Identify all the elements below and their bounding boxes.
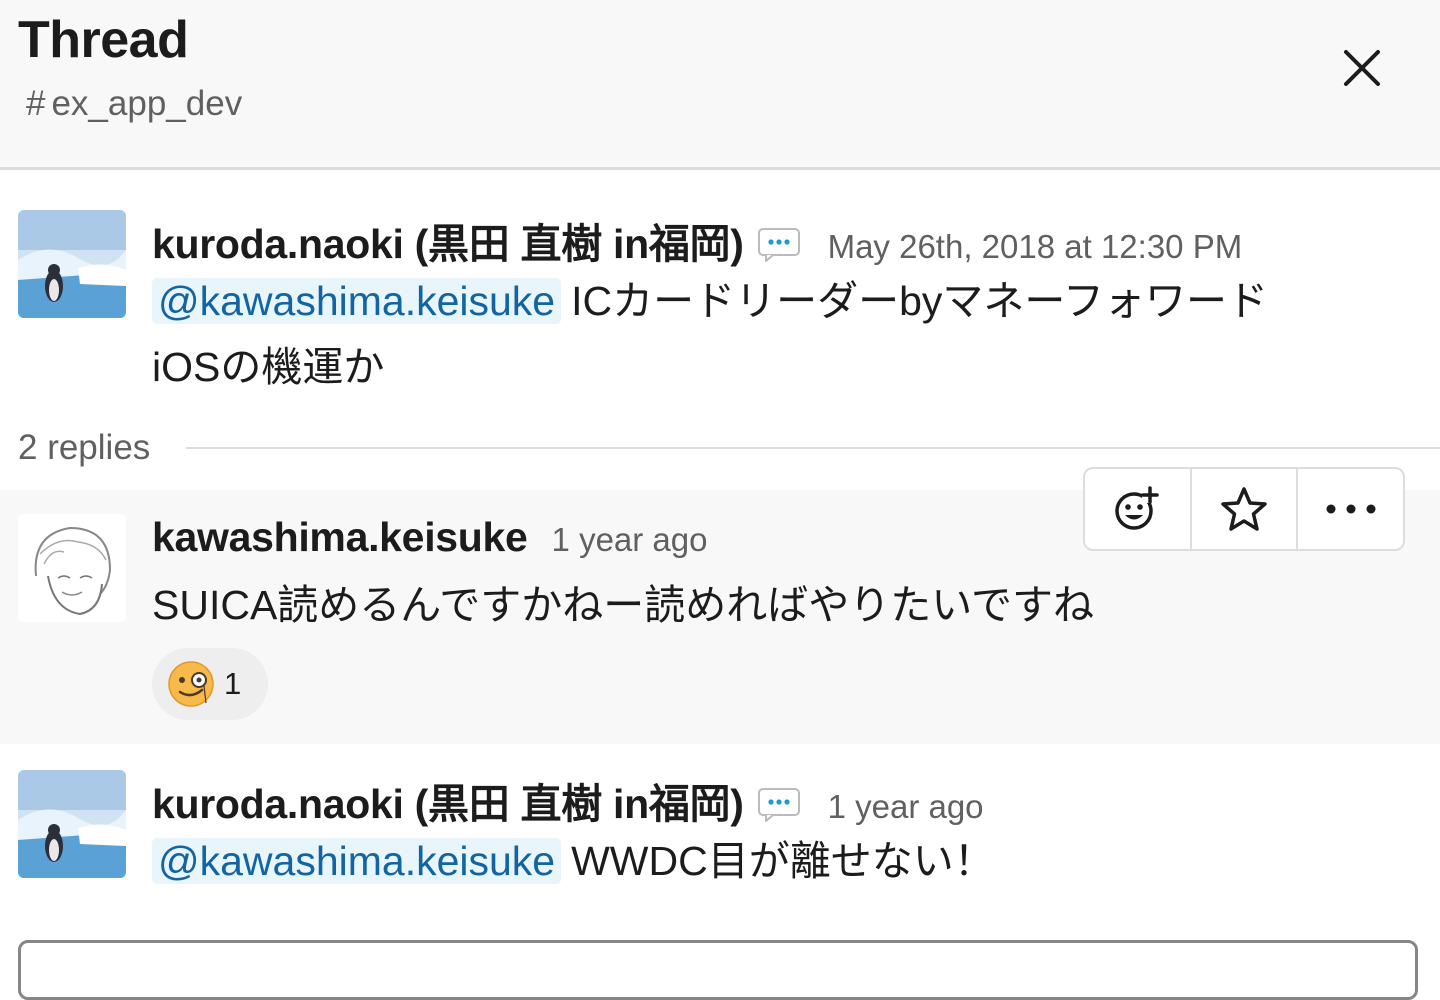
reaction-count: 1 — [224, 666, 242, 701]
thread-header: Thread # ex_app_dev — [0, 0, 1440, 170]
more-actions-icon — [1326, 504, 1376, 514]
message-text-line2: iOSの機運か — [152, 344, 385, 390]
timestamp[interactable]: May 26th, 2018 at 12:30 PM — [828, 228, 1243, 266]
reaction-pill[interactable]: 1 — [152, 648, 268, 720]
timestamp[interactable]: 1 year ago — [552, 521, 708, 559]
message-header: kuroda.naoki (黒田 直樹 in福岡) May 26th, 2018… — [152, 210, 1242, 270]
message-body: @kawashima.keisuke ICカードリーダーbyマネーフォワード iO… — [152, 268, 1412, 400]
channel-name: ex_app_dev — [51, 84, 243, 123]
add-reaction-button[interactable] — [1085, 469, 1192, 549]
divider-line — [186, 447, 1440, 449]
message-header: kuroda.naoki (黒田 直樹 in福岡) 1 year ago — [152, 770, 984, 830]
message-text: WWDC目が離せない！ — [571, 838, 995, 884]
replies-count: 2 replies — [18, 428, 151, 467]
more-actions-button[interactable] — [1298, 469, 1403, 549]
channel-hash: # — [26, 84, 46, 123]
penguin-avatar-image — [18, 770, 126, 878]
parent-message: kuroda.naoki (黒田 直樹 in福岡) May 26th, 2018… — [0, 170, 1440, 420]
author-name[interactable]: kuroda.naoki (黒田 直樹 in福岡) — [152, 770, 744, 830]
message-text: SUICA読めるんですかねー読めればやりたいですね — [152, 582, 1095, 628]
message-body: SUICA読めるんですかねー読めればやりたいですね — [152, 572, 1412, 638]
reply-message: kuroda.naoki (黒田 直樹 in福岡) 1 year ago @ka… — [0, 744, 1440, 940]
channel-link[interactable]: # ex_app_dev — [26, 84, 242, 124]
monocle-face-icon — [168, 661, 214, 707]
message-text-line1: ICカードリーダーbyマネーフォワード — [571, 278, 1268, 324]
author-name[interactable]: kuroda.naoki (黒田 直樹 in福岡) — [152, 210, 744, 270]
replies-divider: 2 replies — [18, 428, 1440, 468]
close-icon — [1344, 50, 1380, 86]
add-reaction-icon — [1115, 486, 1160, 530]
thread-title: Thread — [18, 11, 189, 69]
avatar[interactable] — [18, 514, 126, 622]
user-mention[interactable]: @kawashima.keisuke — [152, 838, 562, 884]
avatar[interactable] — [18, 770, 126, 878]
chat-bubble-icon — [757, 788, 800, 824]
star-button[interactable] — [1192, 469, 1299, 549]
message-actions-toolbar — [1083, 467, 1405, 551]
author-name[interactable]: kawashima.keisuke — [152, 514, 528, 561]
chat-bubble-icon — [757, 228, 800, 264]
close-button[interactable] — [1330, 36, 1394, 100]
star-icon — [1221, 487, 1267, 531]
reply-composer-input[interactable] — [18, 940, 1418, 1000]
message-header: kawashima.keisuke 1 year ago — [152, 514, 708, 561]
message-body: @kawashima.keisuke WWDC目が離せない！ — [152, 828, 1412, 894]
timestamp[interactable]: 1 year ago — [828, 788, 984, 826]
user-mention[interactable]: @kawashima.keisuke — [152, 278, 562, 324]
sketch-portrait-avatar-image — [18, 514, 126, 622]
avatar[interactable] — [18, 210, 126, 318]
penguin-avatar-image — [18, 210, 126, 318]
